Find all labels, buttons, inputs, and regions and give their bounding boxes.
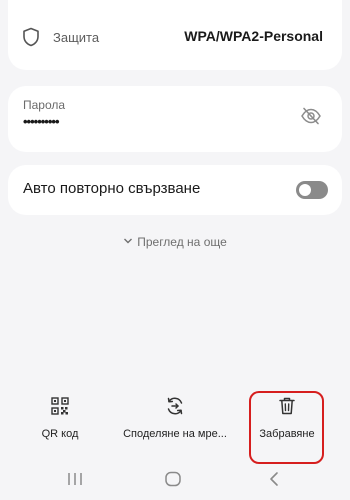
system-navigation-bar xyxy=(0,466,350,500)
qr-code-label: QR код xyxy=(41,428,79,440)
qr-code-button[interactable]: QR код xyxy=(5,396,115,440)
security-value: WPA/WPA2-Personal xyxy=(184,28,323,44)
password-row: Парола •••••••••• xyxy=(8,86,342,152)
recents-icon[interactable] xyxy=(63,470,87,488)
shield-icon xyxy=(23,27,39,47)
security-row: Защита WPA/WPA2-Personal xyxy=(8,0,342,70)
toggle-knob xyxy=(299,184,311,196)
auto-reconnect-toggle[interactable] xyxy=(296,181,328,199)
share-network-button[interactable]: Споделяне на мре... xyxy=(120,396,230,440)
eye-slash-icon[interactable] xyxy=(300,105,322,127)
share-network-icon xyxy=(167,397,183,415)
qr-code-icon xyxy=(51,397,69,415)
password-field[interactable]: •••••••••• xyxy=(23,114,60,129)
share-network-label: Споделяне на мре... xyxy=(123,428,227,440)
security-label: Защита xyxy=(53,30,100,45)
password-label: Парола xyxy=(23,98,66,112)
chevron-down-icon xyxy=(124,238,133,244)
view-more-link[interactable]: Преглед на още xyxy=(0,235,350,249)
view-more-label: Преглед на още xyxy=(137,235,227,249)
auto-reconnect-label: Авто повторно свързване xyxy=(23,180,201,197)
highlight-box xyxy=(249,391,324,464)
home-icon[interactable] xyxy=(161,470,185,488)
wifi-network-details-screen: Защита WPA/WPA2-Personal Парола ••••••••… xyxy=(0,0,350,500)
auto-reconnect-row[interactable]: Авто повторно свързване xyxy=(8,165,342,215)
back-icon[interactable] xyxy=(262,470,286,488)
